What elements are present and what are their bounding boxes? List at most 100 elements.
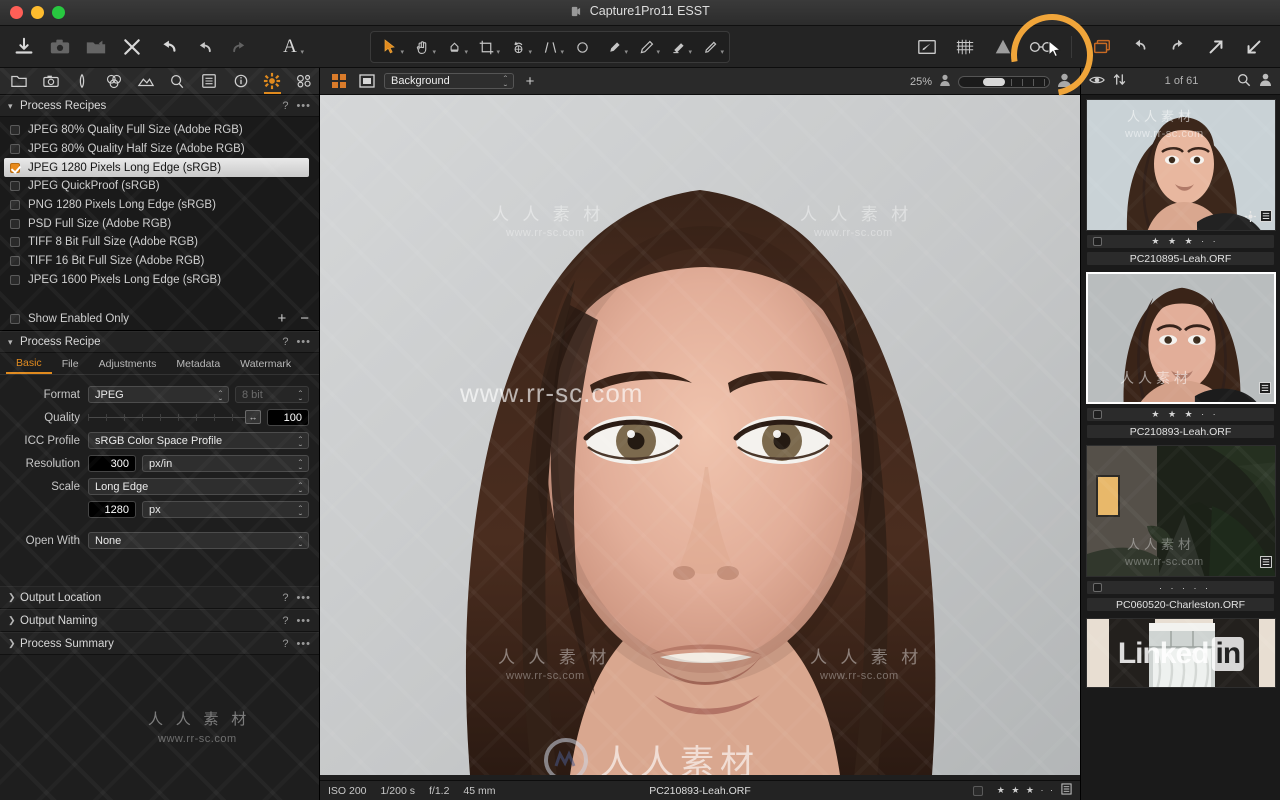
user-icon[interactable] [1259, 73, 1272, 89]
slider-handle[interactable]: ↔ [245, 410, 261, 425]
list-item[interactable]: PSD Full Size (Adobe RGB) [0, 214, 319, 233]
list-item[interactable]: JPEG 1600 Pixels Long Edge (sRGB) [0, 271, 319, 290]
chevron-down-icon[interactable]: ▾ [8, 101, 20, 112]
chevron-right-icon[interactable]: ❯ [8, 592, 20, 603]
duplicate-variant-icon[interactable] [1086, 31, 1118, 63]
open-with-select[interactable]: None [88, 532, 309, 550]
status-checkbox[interactable] [972, 785, 983, 796]
output-naming-section[interactable]: ❯ Output Naming ? ••• [0, 609, 319, 633]
format-select[interactable]: JPEG [88, 386, 229, 404]
thumbnail-image[interactable]: 人人素材 [1086, 272, 1276, 404]
capture-icon[interactable] [44, 31, 76, 63]
expand-icon[interactable] [1200, 31, 1232, 63]
scale-unit-select[interactable]: px [142, 501, 309, 519]
photo-canvas[interactable]: 人 人 素 材 www.rr-sc.com 人 人 素 材 www.rr-sc.… [320, 95, 1080, 800]
list-item[interactable]: JPEG QuickProof (sRGB) [0, 177, 319, 196]
exposure-tab[interactable] [131, 68, 161, 94]
section-menu-icon[interactable]: ••• [296, 638, 311, 650]
thumbnail-stars[interactable]: ★ ★ ★ · · [1102, 236, 1268, 247]
process-summary-section[interactable]: ❯ Process Summary ? ••• [0, 632, 319, 656]
chevron-right-icon[interactable]: ❯ [8, 615, 20, 626]
recipe-checkbox[interactable] [10, 256, 20, 267]
color-picker-tool[interactable]: ▾ [438, 31, 470, 63]
pan-hand-tool[interactable]: ▾ [406, 31, 438, 63]
capture-tab[interactable] [36, 68, 66, 94]
scale-select[interactable]: Long Edge [88, 478, 309, 496]
details-tab[interactable] [163, 68, 193, 94]
eye-icon[interactable] [1089, 74, 1105, 89]
lens-tab[interactable] [67, 68, 97, 94]
help-icon[interactable]: ? [282, 100, 288, 112]
spot-removal-tool[interactable] [566, 31, 598, 63]
output-tab[interactable] [258, 68, 288, 94]
chevron-down-icon[interactable]: ▾ [8, 337, 20, 348]
list-icon[interactable] [1260, 555, 1272, 573]
grid-view-icon[interactable] [328, 70, 350, 92]
tab-watermark[interactable]: Watermark [230, 353, 301, 374]
recipe-checkbox[interactable] [10, 218, 20, 229]
rotate-tool[interactable]: ▾ [502, 31, 534, 63]
section-menu-icon[interactable]: ••• [296, 100, 311, 112]
recipe-checkbox[interactable] [10, 181, 20, 192]
heal-brush-tool[interactable]: ▾ [694, 31, 726, 63]
gear-icon[interactable] [1245, 209, 1256, 227]
scale-amount-value[interactable]: 1280 [88, 501, 136, 519]
zoom-in-icon[interactable] [1057, 73, 1072, 91]
thumbnail-image[interactable]: 人人素材 www.rr-sc.com [1086, 99, 1276, 231]
adjustments-tab[interactable] [194, 68, 224, 94]
batch-tab[interactable] [289, 68, 319, 94]
import-icon[interactable] [8, 31, 40, 63]
list-icon[interactable] [1260, 209, 1272, 227]
select-cursor-tool[interactable]: ▾ [374, 31, 406, 63]
thumbnail-image[interactable]: 人人素材 www.rr-sc.com [1086, 445, 1276, 577]
undo-icon[interactable] [188, 31, 220, 63]
icc-profile-select[interactable]: sRGB Color Space Profile [88, 432, 309, 450]
status-info-icon[interactable] [1061, 783, 1072, 798]
section-menu-icon[interactable]: ••• [296, 615, 311, 627]
tab-file[interactable]: File [52, 353, 89, 374]
crop-tool[interactable]: ▾ [470, 31, 502, 63]
grid-overlay-icon[interactable] [949, 31, 981, 63]
erase-mask-tool[interactable]: ▾ [662, 31, 694, 63]
recipe-checkbox[interactable] [10, 237, 20, 248]
list-item[interactable]: PNG 1280 Pixels Long Edge (sRGB) [0, 196, 319, 215]
thumbnail-checkbox[interactable] [1093, 410, 1102, 419]
recipe-checkbox[interactable] [10, 162, 20, 173]
zoom-out-icon[interactable] [939, 74, 951, 90]
focus-mask-icon[interactable] [987, 31, 1019, 63]
zoom-slider[interactable] [958, 75, 1050, 88]
recipe-checkbox[interactable] [10, 125, 20, 136]
tab-adjustments[interactable]: Adjustments [89, 353, 167, 374]
show-enabled-only-checkbox[interactable] [10, 313, 20, 324]
list-item[interactable]: TIFF 16 Bit Full Size (Adobe RGB) [0, 252, 319, 271]
metadata-tab[interactable] [226, 68, 256, 94]
help-icon[interactable]: ? [282, 592, 288, 604]
thumbnail-stars[interactable]: · · · · · [1102, 583, 1268, 593]
thumbnail-stars[interactable]: ★ ★ ★ · · [1102, 409, 1268, 420]
rotate-left-icon[interactable] [1124, 31, 1156, 63]
annotations-icon[interactable] [911, 31, 943, 63]
tab-basic[interactable]: Basic [6, 353, 52, 375]
add-recipe-button[interactable]: + [277, 310, 286, 327]
export-icon[interactable] [80, 31, 112, 63]
recipe-checkbox[interactable] [10, 144, 20, 155]
draw-mask-tool[interactable]: ▾ [598, 31, 630, 63]
search-icon[interactable] [1237, 73, 1251, 90]
process-recipes-header[interactable]: ▾ Process Recipes ? ••• [0, 95, 319, 117]
collection-select[interactable]: Background [384, 73, 514, 89]
gradient-mask-tool[interactable]: ▾ [630, 31, 662, 63]
remove-recipe-button[interactable]: − [300, 310, 309, 327]
help-icon[interactable]: ? [282, 638, 288, 650]
list-icon[interactable] [1259, 381, 1271, 399]
resolution-unit-select[interactable]: px/in [142, 455, 309, 473]
list-item-selected[interactable]: JPEG 1280 Pixels Long Edge (sRGB) [4, 158, 309, 178]
annotate-text-icon[interactable]: A ▾ [274, 31, 306, 63]
reset-icon[interactable] [152, 31, 184, 63]
section-menu-icon[interactable]: ••• [296, 336, 311, 348]
quality-slider[interactable]: ↔ [88, 409, 261, 426]
section-menu-icon[interactable]: ••• [296, 592, 311, 604]
delete-icon[interactable] [116, 31, 148, 63]
rotate-right-icon[interactable] [1162, 31, 1194, 63]
help-icon[interactable]: ? [282, 336, 288, 348]
list-item[interactable]: JPEG 80% Quality Half Size (Adobe RGB) [0, 140, 319, 159]
